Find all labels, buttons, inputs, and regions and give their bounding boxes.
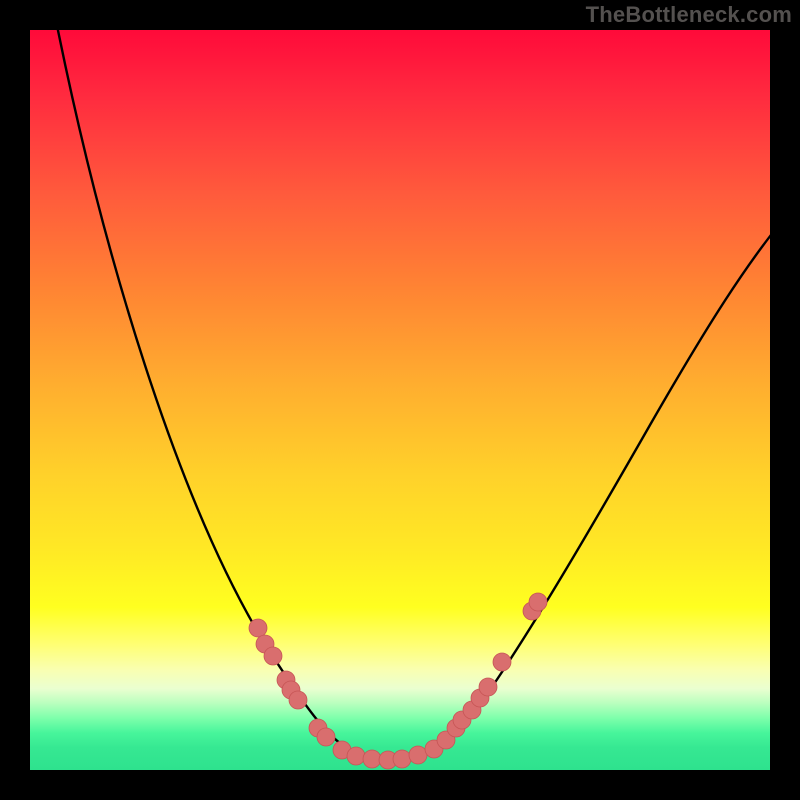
curve-bead (393, 750, 411, 768)
curve-bead (264, 647, 282, 665)
curve-bead (409, 746, 427, 764)
curve-bead (347, 747, 365, 765)
curve-bead (317, 728, 335, 746)
bottleneck-curve (50, 0, 800, 760)
curve-bead (529, 593, 547, 611)
chart-frame: TheBottleneck.com (0, 0, 800, 800)
curve-beads-group (249, 593, 547, 769)
curve-bead (493, 653, 511, 671)
curve-svg (30, 30, 770, 770)
curve-bead (249, 619, 267, 637)
watermark-text: TheBottleneck.com (586, 2, 792, 28)
curve-bead (363, 750, 381, 768)
plot-area (30, 30, 770, 770)
curve-bead (479, 678, 497, 696)
curve-bead (289, 691, 307, 709)
